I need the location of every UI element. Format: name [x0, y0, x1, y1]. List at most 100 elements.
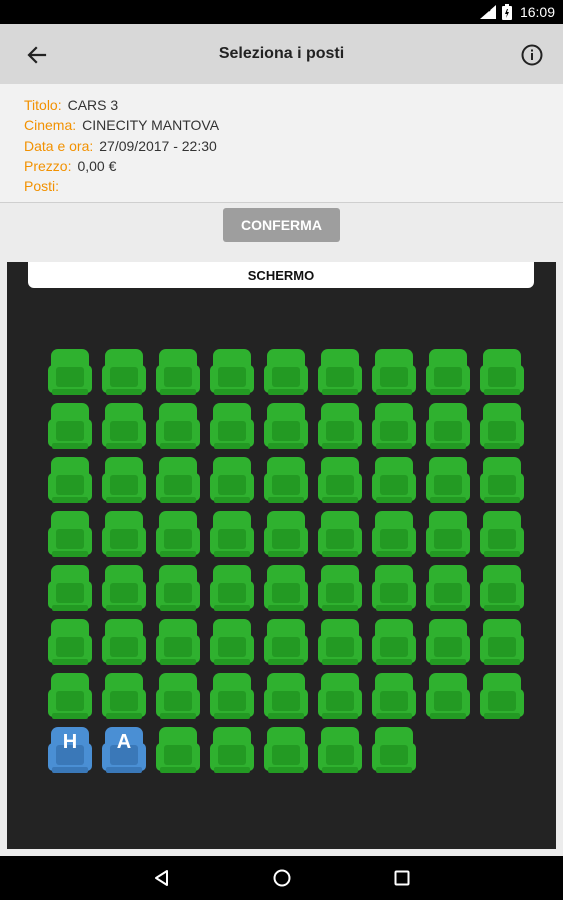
status-time: 16:09: [519, 4, 555, 20]
seat-available[interactable]: [210, 673, 254, 721]
seat-available[interactable]: [264, 349, 308, 397]
nav-home-button[interactable]: [270, 866, 294, 890]
seat-available[interactable]: [156, 619, 200, 667]
seat-available[interactable]: [156, 511, 200, 559]
confirm-button[interactable]: CONFERMA: [223, 208, 340, 242]
seat-available[interactable]: [372, 511, 416, 559]
seat-available[interactable]: [210, 403, 254, 451]
seat-available[interactable]: [372, 403, 416, 451]
seat-available[interactable]: [156, 673, 200, 721]
nav-back-button[interactable]: [150, 866, 174, 890]
seat-available[interactable]: [156, 727, 200, 775]
seat-available[interactable]: [426, 457, 470, 505]
seat-available[interactable]: [156, 565, 200, 613]
seat-available[interactable]: [426, 673, 470, 721]
seat-available[interactable]: [264, 403, 308, 451]
seat-available[interactable]: [156, 457, 200, 505]
seat-available[interactable]: [102, 673, 146, 721]
app-toolbar: Seleziona i posti: [0, 24, 563, 84]
seat-available[interactable]: [480, 349, 524, 397]
seat-available[interactable]: [48, 619, 92, 667]
seat-available[interactable]: [210, 565, 254, 613]
info-button[interactable]: [519, 42, 545, 68]
seat-available[interactable]: [102, 403, 146, 451]
seat-available[interactable]: [372, 349, 416, 397]
seat-available[interactable]: [102, 619, 146, 667]
back-button[interactable]: [22, 40, 52, 70]
seat-available[interactable]: [210, 511, 254, 559]
seat-available[interactable]: [426, 565, 470, 613]
seat-available[interactable]: [264, 619, 308, 667]
seat-available[interactable]: [480, 565, 524, 613]
seat-available[interactable]: [318, 565, 362, 613]
seat-available[interactable]: [426, 511, 470, 559]
signal-icon: [479, 5, 496, 19]
seat-available[interactable]: [48, 565, 92, 613]
seat-available[interactable]: [480, 511, 524, 559]
seat-accessible[interactable]: A: [102, 727, 146, 775]
seat-available[interactable]: [372, 727, 416, 775]
seat-letter: A: [116, 731, 132, 753]
status-bar: 16:09: [0, 0, 563, 24]
seat-available[interactable]: [48, 673, 92, 721]
seat-available[interactable]: [480, 457, 524, 505]
seat-available[interactable]: [480, 673, 524, 721]
seat-available[interactable]: [480, 619, 524, 667]
seat-available[interactable]: [318, 403, 362, 451]
seat-available[interactable]: [264, 565, 308, 613]
seat-available[interactable]: [102, 457, 146, 505]
seat-available[interactable]: [318, 511, 362, 559]
nav-recents-button[interactable]: [390, 866, 414, 890]
seat-available[interactable]: [426, 349, 470, 397]
detail-label: Posti:: [24, 178, 60, 194]
system-nav-bar: [0, 856, 563, 900]
seat-available[interactable]: [318, 619, 362, 667]
seat-available[interactable]: [426, 619, 470, 667]
status-icons: [479, 4, 512, 20]
seat-available[interactable]: [210, 727, 254, 775]
detail-label: Titolo:: [24, 97, 62, 113]
seat-available[interactable]: [264, 727, 308, 775]
seat-available[interactable]: [156, 403, 200, 451]
seat-available[interactable]: [48, 403, 92, 451]
detail-row: Cinema: CINECITY MANTOVA: [24, 115, 219, 135]
seat-available[interactable]: [480, 403, 524, 451]
seat-available[interactable]: [318, 457, 362, 505]
seat-available[interactable]: [102, 511, 146, 559]
home-circle-icon: [273, 869, 291, 887]
info-circle-icon: [521, 44, 543, 66]
seat-available[interactable]: [372, 565, 416, 613]
detail-row: Titolo: CARS 3: [24, 95, 118, 115]
seat-available[interactable]: [102, 349, 146, 397]
battery-icon: [501, 4, 512, 20]
confirm-area: CONFERMA: [0, 203, 563, 255]
booking-details: Titolo: CARS 3 Cinema: CINECITY MANTOVA Data…: [0, 84, 563, 203]
seat-available[interactable]: [210, 619, 254, 667]
seat-available[interactable]: [102, 565, 146, 613]
seat-available[interactable]: [264, 673, 308, 721]
seat-available[interactable]: [48, 457, 92, 505]
seat-available[interactable]: [210, 349, 254, 397]
detail-label: Cinema:: [24, 117, 77, 133]
seat-available[interactable]: [372, 619, 416, 667]
seat-accessible[interactable]: H: [48, 727, 92, 775]
detail-value: 27/09/2017 - 22:30: [99, 138, 217, 154]
seat-available[interactable]: [318, 349, 362, 397]
seat-available[interactable]: [372, 673, 416, 721]
seat-available[interactable]: [426, 403, 470, 451]
seat-map: SCHERMO HA: [7, 262, 556, 849]
seat-available[interactable]: [264, 457, 308, 505]
seat-available[interactable]: [318, 727, 362, 775]
detail-value: CARS 3: [67, 97, 119, 113]
seat-available[interactable]: [48, 349, 92, 397]
arrow-left-icon: [27, 46, 47, 64]
seat-available[interactable]: [264, 511, 308, 559]
seat-available[interactable]: [210, 457, 254, 505]
seat-available[interactable]: [318, 673, 362, 721]
seat-available[interactable]: [372, 457, 416, 505]
seat-grid: HA: [7, 262, 556, 849]
detail-row: Data e ora: 27/09/2017 - 22:30: [24, 136, 217, 156]
seat-available[interactable]: [48, 511, 92, 559]
detail-value: CINECITY MANTOVA: [82, 117, 220, 133]
seat-available[interactable]: [156, 349, 200, 397]
